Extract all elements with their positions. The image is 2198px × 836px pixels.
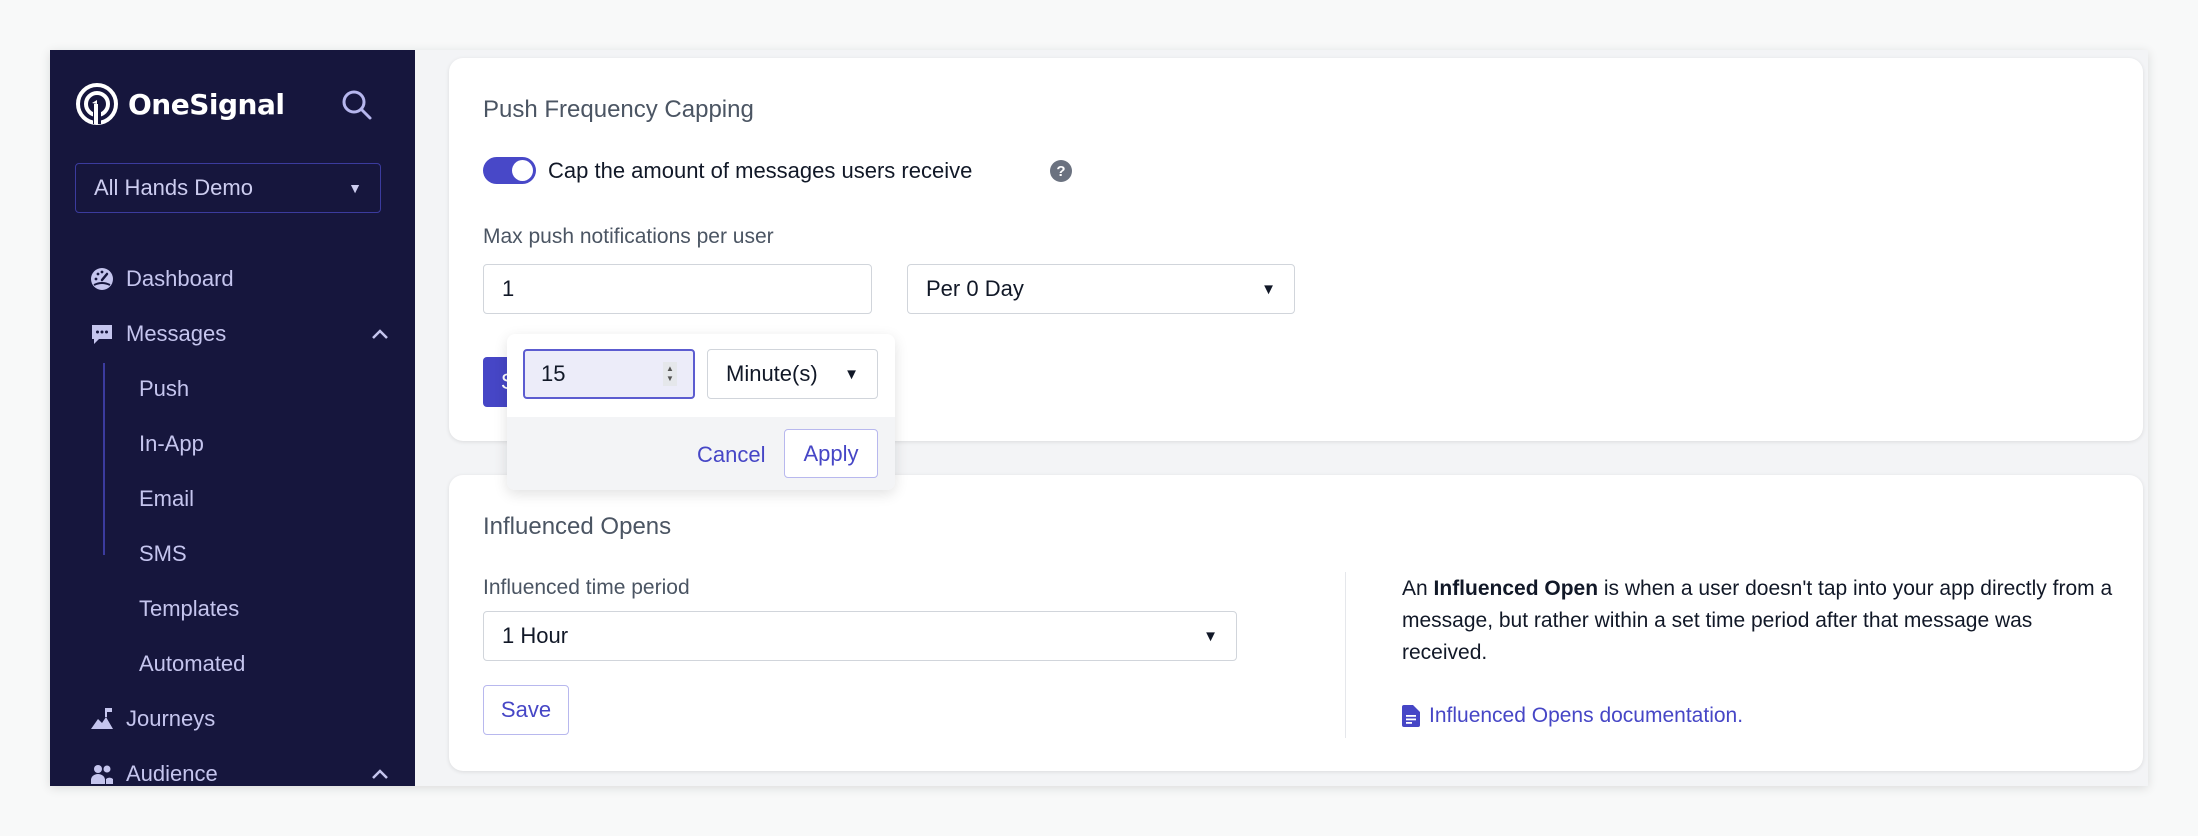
sidebar-item-dashboard[interactable]: Dashboard [90,266,390,292]
doc-link-label: Influenced Opens documentation. [1429,704,1744,727]
sidebar-subitem-sms[interactable]: SMS [139,541,187,567]
sidebar-item-label: Dashboard [126,266,234,291]
vertical-divider [1345,572,1346,738]
audience-people-icon [90,762,114,786]
sidebar-subitem-in-app[interactable]: In-App [139,431,204,457]
period-unit-select[interactable]: Minute(s) ▼ [707,349,878,399]
sidebar-item-audience[interactable]: Audience [90,761,390,786]
period-select[interactable]: Per 0 Day ▼ [907,264,1295,314]
number-spinner[interactable]: ▲ ▼ [663,362,677,386]
sidebar-item-label: Audience [126,761,218,786]
max-push-input[interactable]: 1 [483,264,872,314]
subnav-guide-line [103,363,105,555]
sidebar-item-journeys[interactable]: Journeys [90,706,390,732]
chevron-up-icon[interactable] [370,327,390,341]
sidebar-subitem-email[interactable]: Email [139,486,194,512]
max-push-value: 1 [502,276,515,301]
max-push-label: Max push notifications per user [483,225,774,248]
dashboard-gauge-icon [90,267,114,291]
sidebar: OneSignal All Hands Demo ▼ Dashboard Mes… [50,50,415,786]
period-popover: 15 ▲ ▼ Minute(s) ▼ Cancel Apply [507,334,895,490]
influenced-period-value: 1 Hour [502,623,569,648]
search-icon [342,90,372,120]
influenced-open-description: An Influenced Open is when a user doesn'… [1402,573,2122,669]
sidebar-subitem-automated[interactable]: Automated [139,651,245,677]
period-select-value: Per 0 Day [926,276,1024,301]
sidebar-subitem-templates[interactable]: Templates [139,596,239,622]
app-selector-value: All Hands Demo [94,175,253,200]
card-title: Influenced Opens [483,513,672,540]
caret-down-icon: ▼ [348,180,362,196]
period-amount-input[interactable]: 15 ▲ ▼ [523,349,695,399]
cancel-button[interactable]: Cancel [697,442,765,468]
spin-down-icon[interactable]: ▼ [666,374,674,384]
toggle-label: Cap the amount of messages users receive [548,158,973,183]
toggle-knob [512,160,533,181]
messages-chat-icon [90,322,114,346]
sidebar-item-messages[interactable]: Messages [90,321,390,347]
influenced-opens-card: Influenced Opens Influenced time period … [449,475,2143,771]
help-icon[interactable]: ? [1050,160,1072,182]
onesignal-logo[interactable]: OneSignal [75,82,285,126]
influenced-period-select[interactable]: 1 Hour ▼ [483,611,1237,661]
caret-down-icon: ▼ [1203,627,1218,645]
brand-name: OneSignal [128,87,285,121]
document-icon [1402,705,1420,727]
journeys-flag-icon [90,707,114,731]
period-amount-value: 15 [541,361,566,386]
influenced-period-label: Influenced time period [483,576,690,599]
apply-button[interactable]: Apply [784,429,878,478]
app-selector[interactable]: All Hands Demo ▼ [75,163,381,213]
sidebar-item-label: Journeys [126,706,216,731]
cap-messages-toggle[interactable] [483,157,536,184]
caret-down-icon: ▼ [844,365,859,383]
search-button[interactable] [340,88,374,122]
period-unit-value: Minute(s) [726,361,818,386]
influenced-opens-doc-link[interactable]: Influenced Opens documentation. [1402,704,1743,728]
chevron-up-icon[interactable] [370,767,390,781]
popover-footer: Cancel Apply [507,417,895,490]
desc-text: An [1402,577,1434,600]
card-title: Push Frequency Capping [483,96,754,123]
save-button[interactable]: Save [483,685,569,735]
onesignal-logo-icon [76,83,118,125]
sidebar-item-label: Messages [126,321,227,346]
app-window: OneSignal All Hands Demo ▼ Dashboard Mes… [50,50,2148,786]
caret-down-icon: ▼ [1261,280,1276,298]
desc-term: Influenced Open [1433,577,1599,600]
spin-up-icon[interactable]: ▲ [666,364,674,374]
sidebar-subitem-push[interactable]: Push [139,376,189,402]
